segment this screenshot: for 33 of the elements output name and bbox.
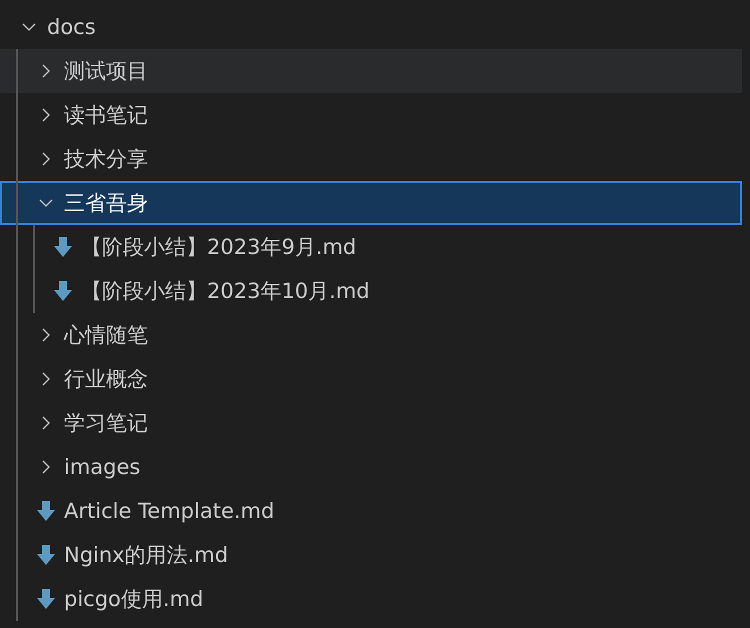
file-row[interactable]: 【阶段小结】2023年10月.md — [0, 269, 742, 313]
folder-name: 学习笔记 — [64, 410, 148, 437]
down-arrow-icon — [54, 281, 72, 301]
file-name: picgo使用.md — [64, 586, 204, 613]
folder-name: 测试项目 — [64, 58, 148, 85]
file-name: 【阶段小结】2023年10月.md — [81, 278, 370, 305]
folder-row[interactable]: docs — [0, 5, 742, 49]
folder-row[interactable]: 学习笔记 — [0, 401, 742, 445]
down-arrow-icon — [54, 237, 72, 257]
file-row[interactable]: Article Template.md — [0, 489, 742, 533]
folder-name: docs — [47, 15, 96, 39]
folder-row[interactable]: 读书笔记 — [0, 93, 742, 137]
folder-name: images — [64, 455, 140, 479]
file-row[interactable]: Nginx的用法.md — [0, 533, 742, 577]
folder-row[interactable]: 心情随笔 — [0, 313, 742, 357]
file-name: Nginx的用法.md — [64, 542, 228, 569]
folder-row[interactable]: 技术分享 — [0, 137, 742, 181]
file-name: Article Template.md — [64, 499, 274, 523]
folder-row[interactable]: 行业概念 — [0, 357, 742, 401]
folder-row[interactable]: 测试项目 — [0, 49, 742, 93]
down-arrow-icon — [37, 545, 55, 565]
file-row[interactable]: picgo使用.md — [0, 577, 742, 621]
folder-name: 行业概念 — [64, 366, 148, 393]
folder-name: 三省吾身 — [64, 190, 148, 217]
folder-name: 心情随笔 — [64, 322, 148, 349]
down-arrow-icon — [37, 589, 55, 609]
folder-row[interactable]: 三省吾身 — [0, 181, 742, 225]
file-name: 【阶段小结】2023年9月.md — [81, 234, 356, 261]
file-row[interactable]: 【阶段小结】2023年9月.md — [0, 225, 742, 269]
folder-name: 读书笔记 — [64, 102, 148, 129]
folder-row[interactable]: images — [0, 445, 742, 489]
down-arrow-icon — [37, 501, 55, 521]
folder-name: 技术分享 — [64, 146, 148, 173]
